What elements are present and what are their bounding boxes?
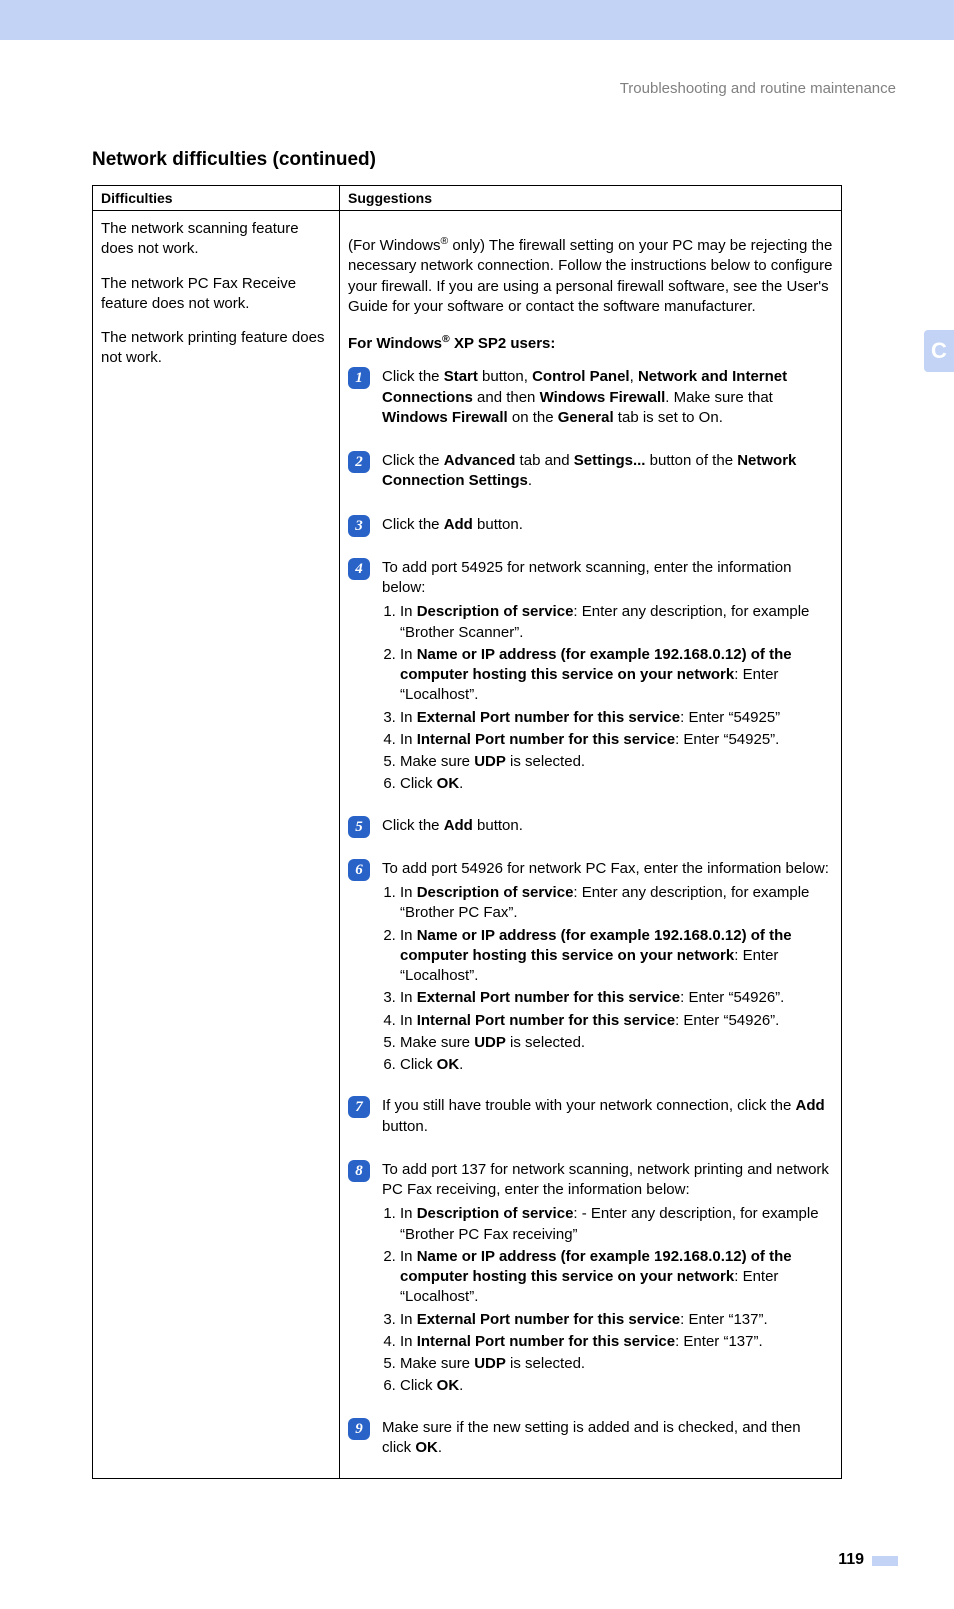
step-item: 2 Click the Advanced tab and Settings... …	[348, 450, 833, 496]
step-number-badge: 9	[348, 1418, 370, 1440]
sub-step-item: In Description of service: - Enter any d…	[400, 1204, 833, 1245]
step-body: Click the Start button, Control Panel, N…	[382, 366, 833, 432]
step-body: Click the Add button.	[382, 815, 833, 840]
step-item: 6 To add port 54926 for network PC Fax, e…	[348, 858, 833, 1078]
sub-step-item: Make sure UDP is selected.	[400, 1354, 833, 1374]
section-heading: Network difficulties (continued)	[92, 149, 898, 171]
sub-step-item: Click OK.	[400, 1055, 833, 1075]
troubleshooting-table: Difficulties Suggestions The network sca…	[92, 185, 842, 1479]
step-item: 1 Click the Start button, Control Panel, …	[348, 366, 833, 432]
step-body: If you still have trouble with your netw…	[382, 1095, 833, 1141]
page-content: C Troubleshooting and routine maintenanc…	[0, 40, 954, 1609]
step-text: Click the Add button.	[382, 515, 833, 535]
page-number: 119	[838, 1551, 864, 1569]
sub-step-item: In Description of service: Enter any des…	[400, 602, 833, 643]
step-number-badge: 7	[348, 1096, 370, 1118]
sub-step-item: Click OK.	[400, 1376, 833, 1396]
top-decorative-bar	[0, 0, 954, 40]
step-item: 7 If you still have trouble with your net…	[348, 1095, 833, 1141]
intro-paragraph: (For Windows® only) The firewall setting…	[348, 234, 833, 317]
step-number-badge: 5	[348, 816, 370, 838]
step-number-badge: 6	[348, 859, 370, 881]
difficulties-cell: The network scanning feature does not wo…	[93, 211, 340, 1479]
step-text: Click the Start button, Control Panel, N…	[382, 367, 833, 428]
step-body: To add port 54925 for network scanning, …	[382, 557, 833, 797]
step-text: Make sure if the new setting is added an…	[382, 1418, 833, 1459]
step-item: 9 Make sure if the new setting is added a…	[348, 1417, 833, 1463]
sub-step-item: In External Port number for this service…	[400, 988, 833, 1008]
step-text: Click the Add button.	[382, 816, 833, 836]
step-body: Click the Advanced tab and Settings... b…	[382, 450, 833, 496]
step-number-badge: 4	[348, 558, 370, 580]
step-body: Make sure if the new setting is added an…	[382, 1417, 833, 1463]
sub-step-item: In Internal Port number for this service…	[400, 1011, 833, 1031]
sub-step-item: Make sure UDP is selected.	[400, 1033, 833, 1053]
sub-step-item: In Internal Port number for this service…	[400, 730, 833, 750]
step-text: Click the Advanced tab and Settings... b…	[382, 451, 833, 492]
step-item: 8 To add port 137 for network scanning, n…	[348, 1159, 833, 1399]
running-header: Troubleshooting and routine maintenance	[92, 80, 898, 97]
step-item: 5 Click the Add button.	[348, 815, 833, 840]
section-tab-c: C	[924, 330, 954, 372]
step-number-badge: 8	[348, 1160, 370, 1182]
step-item: 3 Click the Add button.	[348, 514, 833, 539]
difficulty-text: The network scanning feature does not wo…	[101, 219, 331, 260]
sub-step-item: In Name or IP address (for example 192.1…	[400, 645, 833, 706]
page-footer: 119	[92, 1539, 898, 1569]
step-intro-text: To add port 137 for network scanning, ne…	[382, 1160, 833, 1201]
suggestions-cell: (For Windows® only) The firewall setting…	[340, 211, 842, 1479]
step-number-badge: 1	[348, 367, 370, 389]
sub-step-list: In Description of service: Enter any des…	[382, 602, 833, 794]
sub-step-item: In Description of service: Enter any des…	[400, 883, 833, 924]
step-intro-text: To add port 54925 for network scanning, …	[382, 558, 833, 599]
sub-step-list: In Description of service: - Enter any d…	[382, 1204, 833, 1396]
difficulty-text: The network PC Fax Receive feature does …	[101, 274, 331, 315]
step-number-badge: 2	[348, 451, 370, 473]
sub-step-item: Click OK.	[400, 774, 833, 794]
step-text: If you still have trouble with your netw…	[382, 1096, 833, 1137]
step-intro-text: To add port 54926 for network PC Fax, en…	[382, 859, 833, 879]
step-item: 4 To add port 54925 for network scanning,…	[348, 557, 833, 797]
sub-step-item: In Internal Port number for this service…	[400, 1332, 833, 1352]
sub-step-item: Make sure UDP is selected.	[400, 752, 833, 772]
col-header-suggestions: Suggestions	[340, 186, 842, 211]
col-header-difficulties: Difficulties	[93, 186, 340, 211]
sub-step-item: In External Port number for this service…	[400, 1310, 833, 1330]
sub-step-item: In Name or IP address (for example 192.1…	[400, 1247, 833, 1308]
step-body: To add port 54926 for network PC Fax, en…	[382, 858, 833, 1078]
step-body: To add port 137 for network scanning, ne…	[382, 1159, 833, 1399]
sub-step-item: In External Port number for this service…	[400, 708, 833, 728]
numbered-step-list: 1 Click the Start button, Control Panel, …	[348, 366, 833, 1462]
windows-subheading: For Windows® XP SP2 users:	[348, 332, 833, 354]
sub-step-list: In Description of service: Enter any des…	[382, 883, 833, 1075]
step-number-badge: 3	[348, 515, 370, 537]
step-body: Click the Add button.	[382, 514, 833, 539]
sub-step-item: In Name or IP address (for example 192.1…	[400, 926, 833, 987]
footer-decorative-bar	[872, 1556, 898, 1566]
difficulty-text: The network printing feature does not wo…	[101, 328, 331, 369]
